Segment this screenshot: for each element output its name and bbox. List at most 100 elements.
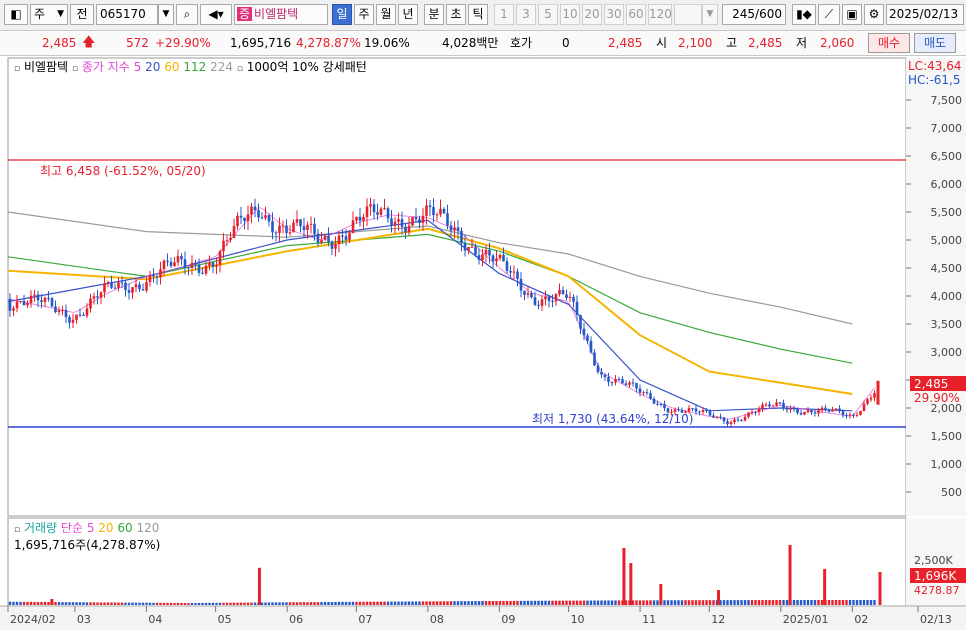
- interval-20[interactable]: 20: [582, 4, 602, 25]
- volume-bar: [19, 601, 22, 605]
- volume-bar: [134, 602, 138, 605]
- candle-body: [390, 218, 393, 226]
- volume-legend-ma20[interactable]: 20: [98, 521, 113, 535]
- candle-body: [50, 298, 54, 307]
- volume-bar: [183, 602, 187, 605]
- volume-bar: [204, 602, 208, 605]
- legend-ma-label[interactable]: 종가 지수: [82, 60, 130, 74]
- speaker-icon[interactable]: ◀▾: [200, 4, 232, 25]
- candle-body: [127, 290, 131, 293]
- candle-body: [120, 282, 124, 284]
- volume-bar: [764, 600, 768, 605]
- volume-bar: [684, 600, 687, 605]
- code-input[interactable]: 065170: [96, 4, 158, 25]
- legend-checkbox-icon[interactable]: ▫: [72, 64, 78, 74]
- search-icon[interactable]: ⌕: [176, 4, 198, 25]
- price-tick-label: 5,000: [931, 234, 963, 247]
- candle-body: [449, 225, 453, 231]
- candle-body: [397, 219, 400, 222]
- candle-body: [866, 399, 869, 404]
- candle-body: [306, 224, 309, 231]
- candle-body: [218, 251, 222, 265]
- volume-legend-ma5[interactable]: 5: [87, 521, 95, 535]
- tab-day[interactable]: 일: [332, 4, 352, 25]
- candle-body: [260, 217, 264, 219]
- date-input[interactable]: 2025/02/13: [886, 4, 964, 25]
- candle-body: [267, 215, 271, 222]
- tab-month[interactable]: 월: [376, 4, 396, 25]
- candle-body: [19, 301, 22, 303]
- candle-body: [208, 262, 211, 266]
- interval-10[interactable]: 10: [560, 4, 580, 25]
- interval-1[interactable]: 1: [494, 4, 514, 25]
- gear-icon[interactable]: ⚙: [864, 4, 884, 25]
- tab-tick[interactable]: 틱: [468, 4, 488, 25]
- legend-ma5[interactable]: 5: [134, 60, 142, 74]
- legend-ma60[interactable]: 60: [164, 60, 179, 74]
- candle-body: [190, 262, 194, 268]
- candle-body: [320, 239, 323, 243]
- candle-body: [607, 377, 610, 383]
- date-tick-label: 10: [571, 613, 585, 626]
- tab-week[interactable]: 주: [354, 4, 374, 25]
- volume-bar: [106, 602, 110, 605]
- candle-body: [250, 206, 253, 215]
- volume-legend-name[interactable]: 거래량: [24, 521, 57, 535]
- candle-body: [446, 213, 449, 226]
- volume-bar: [792, 600, 796, 605]
- date-tick-label: 11: [642, 613, 656, 626]
- interval-60[interactable]: 60: [626, 4, 646, 25]
- volume-legend-ma60[interactable]: 60: [117, 521, 132, 535]
- line-tool-icon[interactable]: ⟋: [818, 4, 840, 25]
- candle-body: [729, 422, 733, 424]
- candle-body: [600, 371, 603, 375]
- type-button[interactable]: 전: [70, 4, 94, 25]
- candle-body: [575, 301, 579, 315]
- volume-bar: [456, 601, 460, 605]
- volume-legend-ma120[interactable]: 120: [137, 521, 160, 535]
- legend-extra[interactable]: 1000억 10% 강세패턴: [247, 60, 367, 74]
- candle-body: [236, 215, 239, 226]
- sell-button[interactable]: 매도: [914, 33, 956, 53]
- count-field[interactable]: 245/600: [722, 4, 786, 25]
- market-select[interactable]: 주 ▼: [30, 4, 68, 25]
- volume-bar: [232, 602, 236, 605]
- volume-bar: [722, 600, 726, 605]
- interval-dropdown-icon[interactable]: ▼: [702, 4, 718, 25]
- quote-label: 호가: [510, 36, 533, 50]
- legend-checkbox-icon[interactable]: ▫: [14, 64, 20, 74]
- volume-bar: [470, 601, 474, 605]
- legend-checkbox-icon[interactable]: ▫: [237, 64, 243, 74]
- legend-stock-name[interactable]: 비엘팜텍: [24, 60, 68, 74]
- buy-button[interactable]: 매수: [868, 33, 910, 53]
- interval-5[interactable]: 5: [538, 4, 558, 25]
- price-legend: ▫ 비엘팜텍 ▫ 종가 지수 5 20 60 112 224 ▫ 1000억 1…: [14, 60, 367, 76]
- change-percent: +29.90%: [155, 36, 211, 50]
- interval-120[interactable]: 120: [648, 4, 672, 25]
- tab-year[interactable]: 년: [398, 4, 418, 25]
- layout-icon[interactable]: ◧: [4, 4, 28, 25]
- code-dropdown-icon[interactable]: ▼: [158, 4, 174, 25]
- save-icon[interactable]: ▣: [842, 4, 862, 25]
- volume-bar: [400, 601, 404, 605]
- legend-checkbox-icon[interactable]: ▫: [14, 525, 20, 535]
- volume-bar: [327, 601, 330, 605]
- legend-ma20[interactable]: 20: [145, 60, 160, 74]
- interval-3[interactable]: 3: [516, 4, 536, 25]
- candle-body: [12, 308, 15, 311]
- interval-30[interactable]: 30: [604, 4, 624, 25]
- candle-body: [579, 314, 582, 329]
- volume-bar: [47, 602, 50, 605]
- volume-bar: [530, 600, 533, 605]
- stock-name-field[interactable]: 증 비엘팜텍: [234, 4, 328, 25]
- tab-second[interactable]: 초: [446, 4, 466, 25]
- tab-minute[interactable]: 분: [424, 4, 444, 25]
- candle-body: [264, 215, 267, 219]
- legend-ma112[interactable]: 112: [183, 60, 206, 74]
- chart-type-icon[interactable]: ▮◆: [792, 4, 816, 25]
- volume-legend-ma-label[interactable]: 단순: [61, 521, 83, 535]
- interval-custom-input[interactable]: [674, 4, 702, 25]
- legend-ma224[interactable]: 224: [210, 60, 233, 74]
- volume-bar: [610, 600, 614, 605]
- volume-bar: [878, 572, 882, 605]
